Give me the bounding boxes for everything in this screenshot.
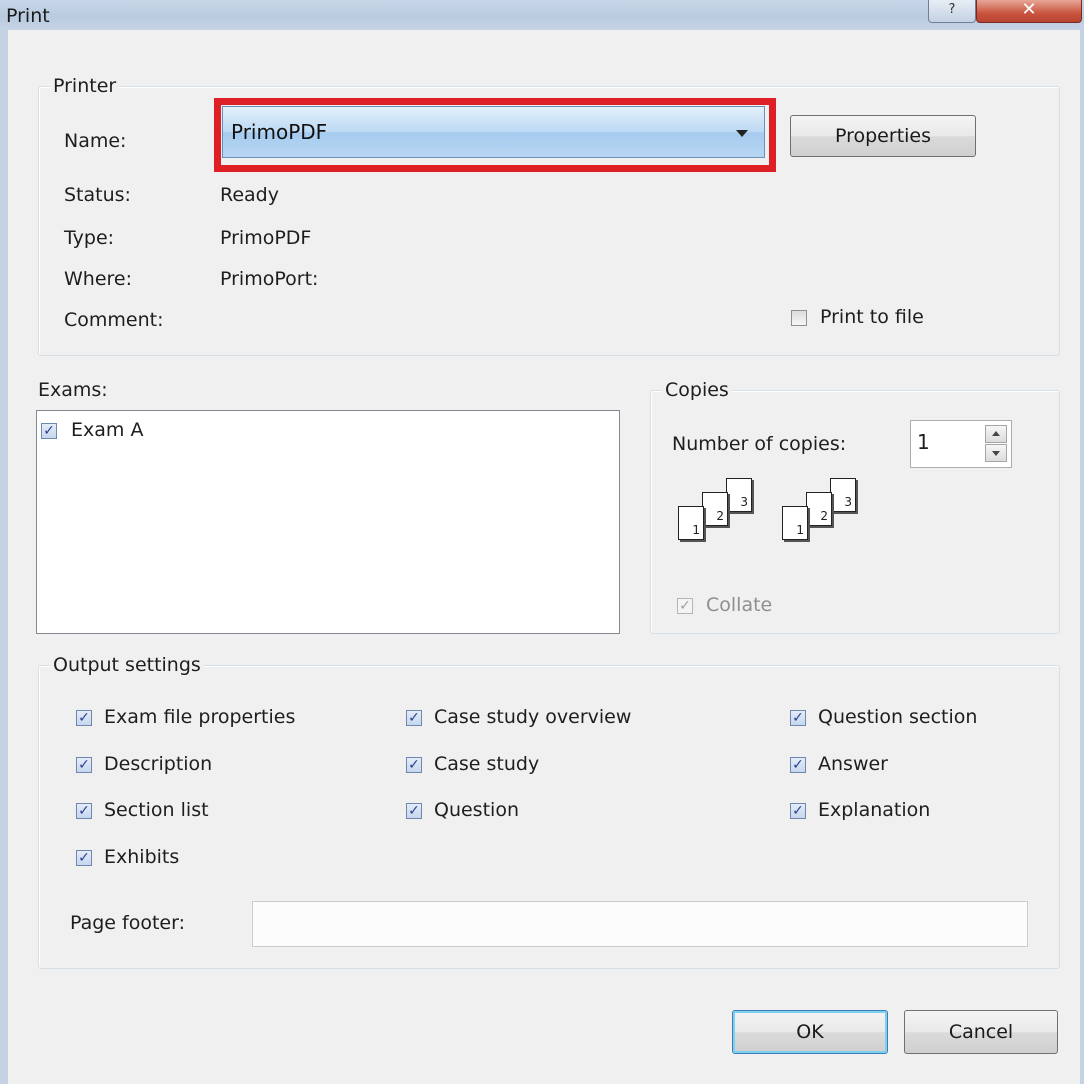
question-checkbox[interactable]: ✓	[406, 803, 422, 819]
print-to-file-label[interactable]: Print to file	[820, 306, 924, 328]
status-value: Ready	[220, 184, 279, 206]
properties-button[interactable]: Properties	[790, 115, 976, 157]
copies-value: 1	[917, 430, 930, 454]
answer-label[interactable]: Answer	[818, 753, 888, 775]
explanation-label[interactable]: Explanation	[818, 799, 930, 821]
description-label[interactable]: Description	[104, 753, 212, 775]
section-list-checkbox[interactable]: ✓	[76, 803, 92, 819]
page-3-icon: 3	[830, 478, 856, 512]
printer-legend: Printer	[50, 75, 120, 97]
exams-label: Exams:	[38, 379, 108, 401]
page-1-icon: 1	[678, 506, 704, 540]
explanation-checkbox[interactable]: ✓	[790, 803, 806, 819]
where-label: Where:	[64, 268, 133, 290]
close-icon: ✕	[1021, 0, 1037, 20]
spin-up-icon[interactable]	[985, 425, 1007, 443]
question-section-label[interactable]: Question section	[818, 706, 977, 728]
list-item[interactable]: ✓ Exam A	[41, 419, 241, 445]
copies-legend: Copies	[662, 379, 732, 401]
case-study-label[interactable]: Case study	[434, 753, 539, 775]
case-study-checkbox[interactable]: ✓	[406, 757, 422, 773]
collate-checkbox[interactable]: ✓	[677, 598, 693, 614]
collate-label[interactable]: Collate	[706, 594, 772, 616]
spinner-buttons	[985, 425, 1007, 463]
cancel-button[interactable]: Cancel	[904, 1010, 1058, 1054]
window-title: Print	[6, 5, 50, 27]
red-highlight-box	[214, 98, 776, 172]
output-settings-legend: Output settings	[50, 654, 204, 676]
number-of-copies-label: Number of copies:	[672, 433, 847, 455]
exam-file-properties-checkbox[interactable]: ✓	[76, 710, 92, 726]
case-study-overview-checkbox[interactable]: ✓	[406, 710, 422, 726]
comment-label: Comment:	[64, 309, 164, 331]
close-button[interactable]: ✕	[976, 0, 1082, 23]
page-2-icon: 2	[806, 492, 832, 526]
copies-spinner[interactable]: 1	[910, 420, 1012, 468]
collate-illustration-collated: 3 2 1	[676, 476, 766, 552]
exams-listbox[interactable]: ✓ Exam A	[36, 410, 620, 634]
page-footer-input[interactable]	[252, 901, 1028, 947]
exhibits-checkbox[interactable]: ✓	[76, 850, 92, 866]
name-label: Name:	[64, 130, 127, 152]
title-bar: Print ? ✕	[0, 0, 1084, 30]
question-label[interactable]: Question	[434, 799, 519, 821]
question-section-checkbox[interactable]: ✓	[790, 710, 806, 726]
status-label: Status:	[64, 184, 131, 206]
spin-down-icon[interactable]	[985, 444, 1007, 462]
exam-a-label: Exam A	[71, 419, 144, 441]
section-list-label[interactable]: Section list	[104, 799, 209, 821]
help-button[interactable]: ?	[928, 0, 976, 23]
where-value: PrimoPort:	[220, 268, 319, 290]
description-checkbox[interactable]: ✓	[76, 757, 92, 773]
ok-button[interactable]: OK	[732, 1010, 888, 1054]
type-value: PrimoPDF	[220, 227, 312, 249]
page-3-icon: 3	[726, 478, 752, 512]
page-2-icon: 2	[702, 492, 728, 526]
help-icon: ?	[948, 2, 956, 17]
page-footer-label: Page footer:	[70, 912, 185, 934]
answer-checkbox[interactable]: ✓	[790, 757, 806, 773]
exam-a-checkbox[interactable]: ✓	[41, 423, 57, 439]
print-to-file-checkbox[interactable]	[791, 310, 807, 326]
case-study-overview-label[interactable]: Case study overview	[434, 706, 631, 728]
page-1-icon: 1	[782, 506, 808, 540]
type-label: Type:	[64, 227, 115, 249]
collate-illustration-uncollated: 3 2 1	[780, 476, 870, 552]
exhibits-label[interactable]: Exhibits	[104, 846, 179, 868]
exam-file-properties-label[interactable]: Exam file properties	[104, 706, 295, 728]
